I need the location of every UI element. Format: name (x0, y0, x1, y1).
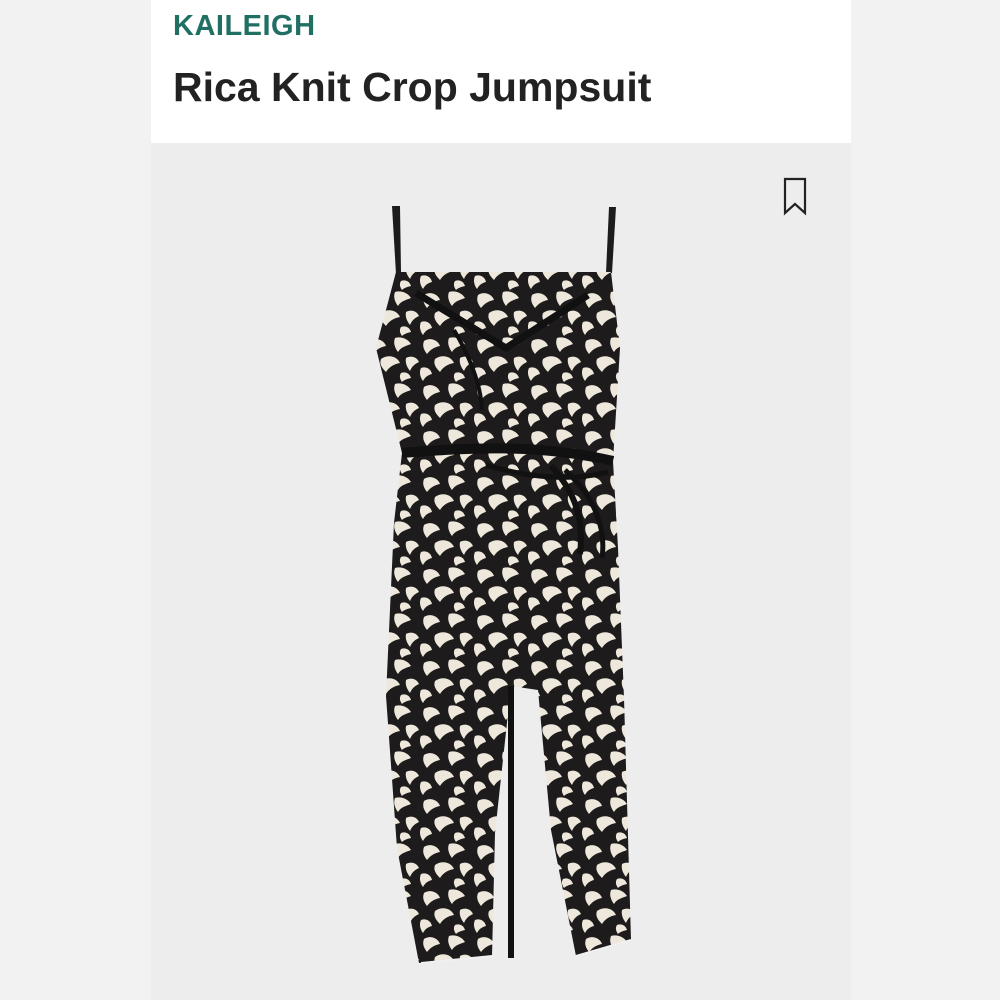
product-title: Rica Knit Crop Jumpsuit (173, 64, 652, 110)
product-image (376, 206, 632, 964)
brand-name[interactable]: KAILEIGH (173, 10, 316, 43)
jumpsuit-garment (376, 206, 632, 964)
save-bookmark-button[interactable] (779, 175, 811, 217)
product-page: KAILEIGH Rica Knit Crop Jumpsuit (0, 0, 1000, 1000)
bookmark-icon (783, 177, 807, 216)
product-card: KAILEIGH Rica Knit Crop Jumpsuit (151, 0, 851, 1000)
product-header: KAILEIGH Rica Knit Crop Jumpsuit (151, 0, 851, 143)
